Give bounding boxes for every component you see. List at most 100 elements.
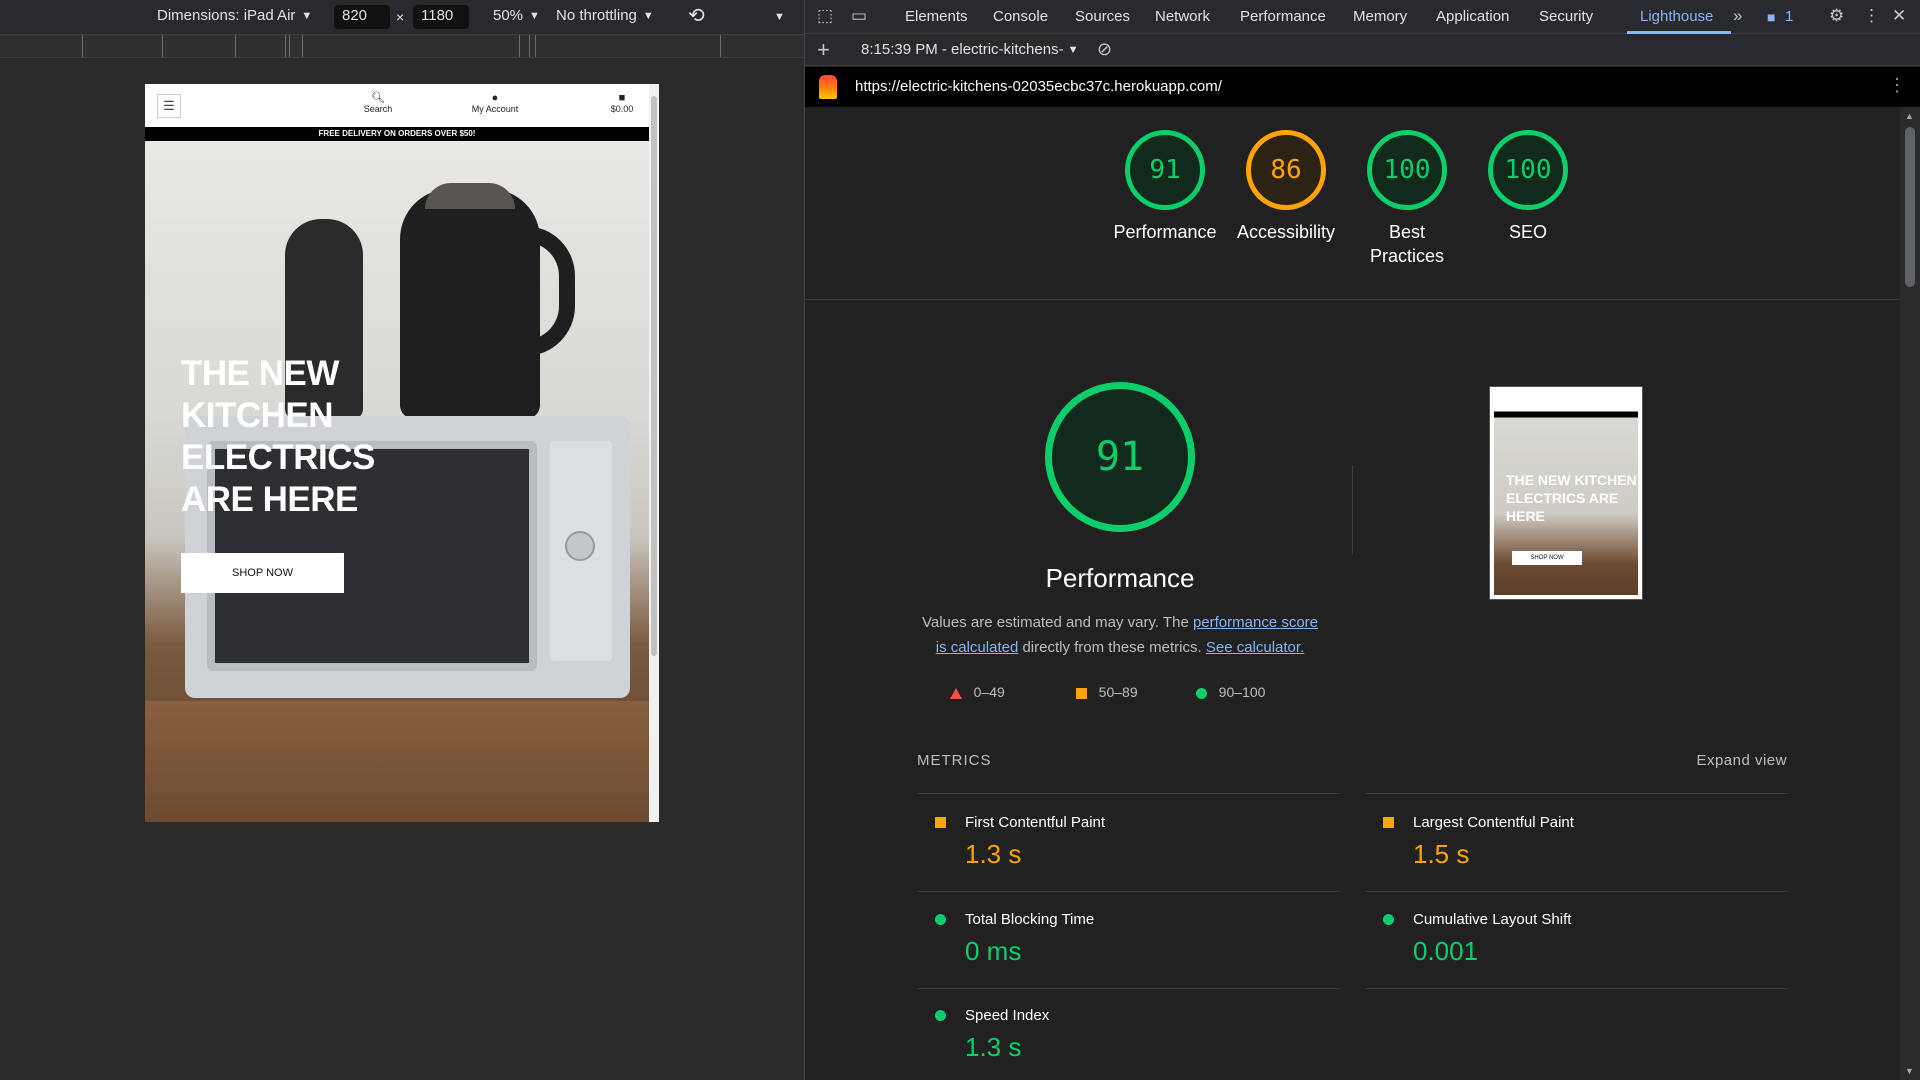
new-report-icon[interactable]: +: [817, 37, 830, 63]
chevron-down-icon: ▼: [1067, 43, 1079, 56]
issues-icon[interactable]: ■: [1767, 9, 1775, 25]
tab-network[interactable]: Network: [1155, 8, 1210, 25]
kebab-menu-icon[interactable]: ⋮: [1863, 6, 1880, 26]
inspect-element-icon[interactable]: ⬚: [817, 6, 833, 26]
dimensions-dropdown[interactable]: Dimensions: iPad Air ▼: [157, 7, 312, 24]
site-header: ☰ 🔍︎ Search ● My Account ■ $0.00: [145, 84, 649, 127]
ruler-tick: [302, 35, 303, 57]
report-selector-label: 8:15:39 PM - electric-kitchens-: [861, 41, 1064, 58]
legend-fail-label: 0–49: [973, 684, 1005, 700]
tab-security[interactable]: Security: [1539, 8, 1593, 25]
legend-pass-label: 90–100: [1218, 684, 1266, 700]
throttling-dropdown[interactable]: No throttling ▼: [556, 7, 654, 24]
divider: [917, 891, 1340, 892]
search-link[interactable]: 🔍︎ Search: [353, 92, 403, 114]
report-scrollbar[interactable]: ▲ ▼: [1900, 107, 1920, 1080]
shop-now-button[interactable]: SHOP NOW: [181, 553, 344, 593]
performance-score-gauge: 91: [1045, 382, 1195, 532]
divider: [805, 299, 1900, 300]
metric-value: 1.3 s: [965, 839, 1022, 869]
ruler-tick: [535, 35, 536, 57]
account-label: My Account: [471, 104, 519, 114]
legend-average-label: 50–89: [1098, 684, 1138, 700]
clear-icon[interactable]: ⊘: [1097, 39, 1112, 60]
dimensions-label: Dimensions: iPad Air: [157, 7, 296, 24]
square-icon: [1383, 817, 1394, 828]
tab-application[interactable]: Application: [1436, 8, 1509, 25]
devtools-pane: ⬚ ▭ Elements Console Sources Network Per…: [805, 0, 1920, 1080]
width-input[interactable]: 820: [334, 5, 390, 29]
gauge-label: SEO: [1508, 222, 1547, 242]
metric-value: 0 ms: [965, 936, 1022, 966]
promo-banner: FREE DELIVERY ON ORDERS OVER $50!: [145, 127, 649, 141]
more-tabs-icon[interactable]: »: [1733, 6, 1742, 26]
scroll-down-icon[interactable]: ▼: [1905, 1066, 1914, 1076]
tab-lighthouse[interactable]: Lighthouse: [1640, 8, 1713, 25]
emulated-page: ☰ 🔍︎ Search ● My Account ■ $0.00 FREE DE…: [145, 84, 659, 822]
ruler-tick: [289, 35, 290, 57]
divider: [917, 988, 1340, 989]
rotate-icon[interactable]: ⟲: [688, 3, 705, 28]
times-sign: ×: [396, 9, 405, 25]
metric-lcp: Largest Contentful Paint 1.5 s: [1365, 814, 1785, 870]
height-input[interactable]: 1180: [413, 5, 469, 29]
scroll-up-icon[interactable]: ▲: [1905, 111, 1914, 121]
tab-console[interactable]: Console: [993, 8, 1048, 25]
zoom-dropdown[interactable]: 50% ▼: [493, 7, 540, 24]
tab-sources[interactable]: Sources: [1075, 8, 1130, 25]
square-icon: [935, 817, 946, 828]
account-link[interactable]: ● My Account: [460, 92, 530, 114]
ruler-tick: [82, 35, 83, 57]
gauge-performance[interactable]: 91 Performance: [1105, 130, 1225, 244]
see-calculator-link[interactable]: See calculator.: [1206, 639, 1304, 656]
ruler-tick: [519, 35, 520, 57]
issues-count[interactable]: 1: [1785, 8, 1793, 25]
tab-performance[interactable]: Performance: [1240, 8, 1326, 25]
more-options-icon[interactable]: ▼: [774, 11, 785, 23]
devtools-tabbar: ⬚ ▭ Elements Console Sources Network Per…: [805, 0, 1920, 34]
ruler-tick: [235, 35, 236, 57]
score-ring: 86: [1246, 130, 1326, 210]
device-toolbar-icon[interactable]: ▭: [851, 6, 867, 26]
gauge-accessibility[interactable]: 86 Accessibility: [1226, 130, 1346, 244]
divider: [1365, 793, 1788, 794]
score-ring: 100: [1488, 130, 1568, 210]
divider: [1365, 891, 1788, 892]
cart-link[interactable]: ■ $0.00: [602, 92, 642, 114]
metrics-header: METRICS Expand view: [917, 752, 1787, 769]
thumbnail-title: THE NEW KITCHEN ELECTRICS ARE HERE: [1506, 472, 1637, 524]
kebab-menu-icon[interactable]: ⋮: [1888, 75, 1906, 96]
metric-value: 1.3 s: [965, 1032, 1022, 1062]
gauge-seo[interactable]: 100 SEO: [1468, 130, 1588, 244]
media-query-ruler[interactable]: [0, 34, 804, 58]
triangle-icon: [950, 687, 962, 699]
lighthouse-toolbar: + 8:15:39 PM - electric-kitchens- ▼ ⊘: [805, 34, 1920, 66]
metric-name: Largest Contentful Paint: [1413, 814, 1574, 831]
chevron-down-icon: ▼: [642, 9, 654, 22]
gear-icon[interactable]: ⚙: [1829, 6, 1844, 26]
page-scrollbar[interactable]: [649, 84, 659, 822]
device-toolbar: Dimensions: iPad Air ▼ 820 × 1180 50% ▼ …: [0, 0, 804, 34]
square-icon: [1076, 687, 1087, 699]
legend-average: 50–89: [1076, 684, 1138, 700]
hero-title: THE NEW KITCHEN ELECTRICS ARE HERE: [181, 354, 375, 519]
expand-view-toggle[interactable]: Expand view: [1696, 752, 1787, 769]
report-selector[interactable]: 8:15:39 PM - electric-kitchens- ▼: [861, 41, 1078, 58]
scrollbar-thumb[interactable]: [651, 96, 657, 656]
tab-elements[interactable]: Elements: [905, 8, 968, 25]
tab-memory[interactable]: Memory: [1353, 8, 1407, 25]
performance-note: Values are estimated and may vary. The p…: [915, 610, 1325, 660]
metrics-heading: METRICS: [917, 752, 992, 769]
zoom-label: 50%: [493, 7, 524, 24]
final-screenshot-thumbnail[interactable]: THE NEW KITCHEN ELECTRICS ARE HERE SHOP …: [1489, 386, 1643, 600]
metric-name: Cumulative Layout Shift: [1413, 911, 1572, 928]
hamburger-menu-icon[interactable]: ☰: [157, 94, 181, 118]
circle-icon: [1196, 687, 1207, 699]
gauge-best-practices[interactable]: 100 Best Practices: [1347, 130, 1467, 268]
gauge-label: Performance: [1113, 222, 1217, 242]
scrollbar-thumb[interactable]: [1905, 127, 1915, 287]
thumbnail-image: THE NEW KITCHEN ELECTRICS ARE HERE SHOP …: [1494, 391, 1638, 595]
ruler-tick: [162, 35, 163, 57]
close-icon[interactable]: ✕: [1892, 6, 1906, 26]
report-url[interactable]: https://electric-kitchens-02035ecbc37c.h…: [855, 78, 1222, 95]
